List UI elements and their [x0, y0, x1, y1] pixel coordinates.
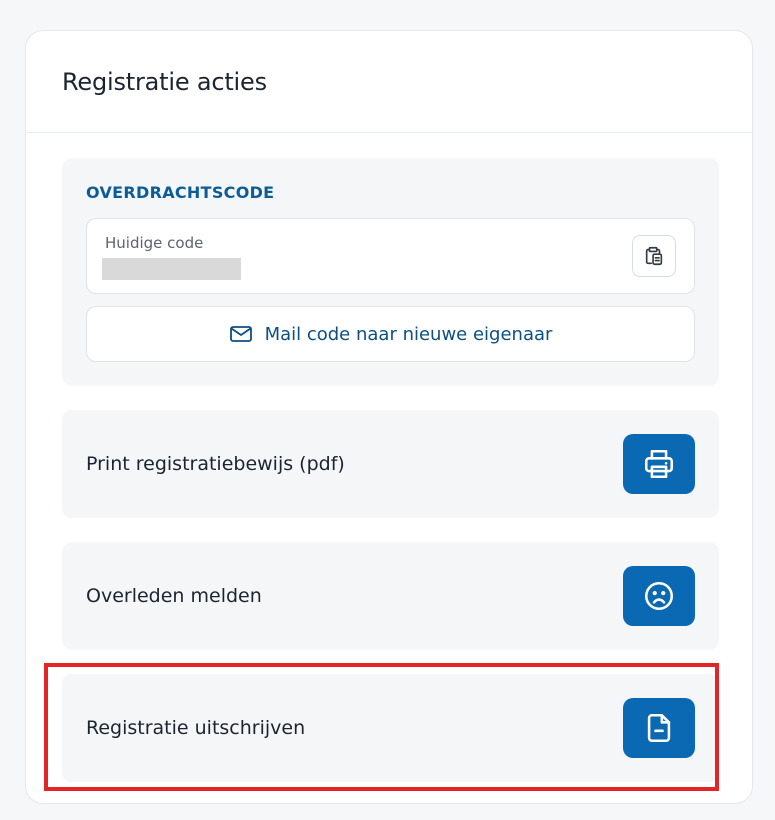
print-registration-row: Print registratiebewijs (pdf) — [62, 410, 719, 518]
transfer-code-panel: OVERDRACHTSCODE Huidige code Mail code n… — [62, 158, 719, 386]
deregister-registration-label: Registratie uitschrijven — [86, 717, 306, 739]
clipboard-copy-icon — [643, 245, 665, 267]
print-registration-button[interactable] — [623, 434, 695, 494]
document-minus-icon — [642, 711, 676, 745]
card-header: Registratie acties — [26, 31, 752, 133]
envelope-icon — [229, 324, 253, 344]
transfer-code-section-label: OVERDRACHTSCODE — [86, 183, 275, 202]
print-registration-label: Print registratiebewijs (pdf) — [86, 453, 345, 475]
report-deceased-row: Overleden melden — [62, 542, 719, 650]
deregister-registration-row: Registratie uitschrijven — [62, 674, 719, 782]
printer-icon — [642, 447, 676, 481]
sad-face-icon — [642, 579, 676, 613]
report-deceased-label: Overleden melden — [86, 585, 262, 607]
card-title: Registratie acties — [62, 68, 267, 96]
mail-code-button[interactable]: Mail code naar nieuwe eigenaar — [86, 306, 695, 362]
report-deceased-button[interactable] — [623, 566, 695, 626]
registration-actions-card: Registratie acties OVERDRACHTSCODE Huidi… — [25, 30, 753, 804]
copy-code-button[interactable] — [632, 235, 676, 277]
mail-code-button-label: Mail code naar nieuwe eigenaar — [264, 323, 553, 345]
current-code-label: Huidige code — [105, 234, 204, 252]
current-code-value — [102, 258, 241, 280]
current-code-field: Huidige code — [86, 218, 695, 294]
deregister-registration-button[interactable] — [623, 698, 695, 758]
